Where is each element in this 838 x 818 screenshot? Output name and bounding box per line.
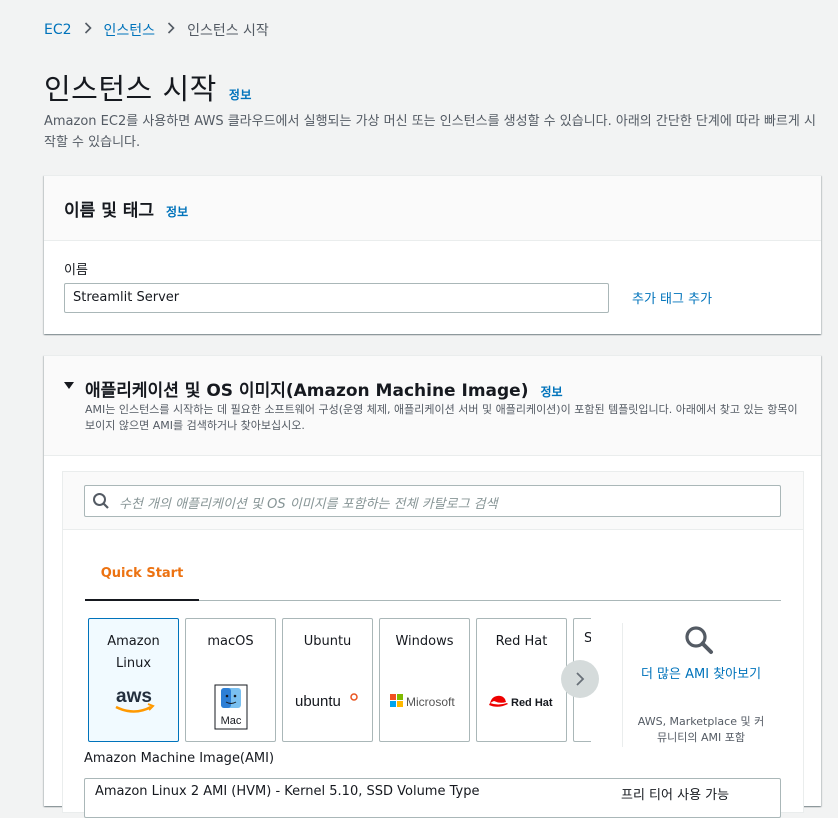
svg-text:aws: aws bbox=[116, 686, 152, 707]
chevron-right-icon bbox=[84, 22, 92, 38]
info-link[interactable]: 정보 bbox=[229, 88, 252, 102]
ami-panel: 애플리케이션 및 OS 이미지(Amazon Machine Image) 정보 … bbox=[44, 355, 821, 818]
add-tags-link[interactable]: 추가 태그 추가 bbox=[632, 288, 712, 307]
name-and-tags-panel: 이름 및 태그 정보 이름 Streamlit Server 추가 태그 추가 bbox=[44, 175, 821, 334]
aws-logo-icon: aws bbox=[89, 683, 178, 719]
red-hat-logo-icon: Red Hat bbox=[477, 683, 566, 719]
panel-header: 애플리케이션 및 OS 이미지(Amazon Machine Image) 정보 … bbox=[44, 356, 821, 456]
card-label: Red Hat bbox=[495, 634, 548, 649]
ami-card-windows[interactable]: Windows Microsoft bbox=[379, 618, 470, 742]
free-tier-badge: 프리 티어 사용 가능 bbox=[621, 788, 730, 803]
chevron-right-icon bbox=[576, 672, 585, 686]
ami-card-macos[interactable]: macOS Mac bbox=[185, 618, 276, 742]
svg-text:Mac: Mac bbox=[220, 715, 241, 727]
svg-text:ubuntu: ubuntu bbox=[295, 693, 341, 710]
tab-active-indicator bbox=[85, 599, 199, 601]
card-label: Amazon Linux bbox=[107, 634, 160, 671]
panel-title: 이름 및 태그 정보 bbox=[64, 196, 188, 221]
divider bbox=[622, 623, 623, 747]
search-icon bbox=[93, 493, 109, 509]
search-placeholder: 수천 개의 애플리케이션 및 OS 이미지를 포함하는 전체 카탈로그 검색 bbox=[119, 497, 498, 512]
name-label: 이름 bbox=[64, 263, 88, 278]
panel-title-text: 이름 및 태그 bbox=[64, 201, 155, 221]
panel-title[interactable]: 애플리케이션 및 OS 이미지(Amazon Machine Image) 정보 bbox=[85, 376, 563, 401]
microsoft-logo-icon: Microsoft bbox=[380, 683, 469, 719]
ami-card-ubuntu[interactable]: Ubuntu ubuntu bbox=[282, 618, 373, 742]
name-input[interactable]: Streamlit Server bbox=[64, 283, 609, 313]
breadcrumb-ec2[interactable]: EC2 bbox=[44, 22, 72, 38]
card-label: macOS bbox=[207, 634, 254, 649]
panel-title-text: 애플리케이션 및 OS 이미지(Amazon Machine Image) bbox=[85, 381, 529, 401]
ubuntu-logo-icon: ubuntu bbox=[283, 683, 372, 719]
card-label: Windows bbox=[395, 634, 454, 649]
tab-quick-start[interactable]: Quick Start bbox=[85, 566, 199, 581]
ami-search-bar: 수천 개의 애플리케이션 및 OS 이미지를 포함하는 전체 카탈로그 검색 bbox=[63, 472, 803, 530]
browse-more-subtext: AWS, Marketplace 및 커뮤니티의 AMI 포함 bbox=[637, 715, 765, 744]
caret-down-icon[interactable] bbox=[64, 382, 74, 389]
breadcrumb: EC2 인스턴스 인스턴스 시작 bbox=[44, 20, 269, 40]
breadcrumb-instances[interactable]: 인스턴스 bbox=[104, 20, 156, 40]
ami-card-amazon-linux[interactable]: Amazon Linux aws bbox=[88, 618, 179, 742]
card-label: S bbox=[584, 631, 591, 646]
ami-search-input[interactable]: 수천 개의 애플리케이션 및 OS 이미지를 포함하는 전체 카탈로그 검색 bbox=[84, 485, 781, 517]
mac-logo-icon: Mac bbox=[186, 683, 275, 730]
page-title-text: 인스턴스 시작 bbox=[44, 72, 217, 106]
ami-description: AMI는 인스턴스를 시작하는 데 필요한 소프트웨어 구성(운영 체제, 애플… bbox=[85, 403, 798, 432]
card-label: Ubuntu bbox=[303, 634, 352, 649]
magnifier-icon[interactable] bbox=[683, 624, 715, 656]
page: EC2 인스턴스 인스턴스 시작 인스턴스 시작 정보 Amazon EC2를 사… bbox=[4, 0, 838, 818]
ami-select[interactable]: Amazon Linux 2 AMI (HVM) - Kernel 5.10, … bbox=[84, 778, 781, 818]
ami-selector: 수천 개의 애플리케이션 및 OS 이미지를 포함하는 전체 카탈로그 검색 Q… bbox=[62, 471, 804, 818]
ami-select-value: Amazon Linux 2 AMI (HVM) - Kernel 5.10, … bbox=[95, 784, 480, 799]
panel-header: 이름 및 태그 정보 bbox=[44, 176, 821, 241]
svg-text:Microsoft: Microsoft bbox=[406, 695, 455, 709]
page-description: Amazon EC2를 사용하면 AWS 클라우드에서 실행되는 가상 머신 또… bbox=[44, 114, 816, 150]
ami-field-label: Amazon Machine Image(AMI) bbox=[84, 751, 275, 766]
browse-more-amis-link[interactable]: 더 많은 AMI 찾아보기 bbox=[633, 664, 769, 686]
ami-card-red-hat[interactable]: Red Hat Red Hat bbox=[476, 618, 567, 742]
carousel-next-button[interactable] bbox=[561, 660, 599, 698]
chevron-right-icon bbox=[167, 22, 175, 38]
page-title: 인스턴스 시작 정보 bbox=[44, 66, 252, 108]
info-link[interactable]: 정보 bbox=[540, 385, 562, 399]
info-link[interactable]: 정보 bbox=[166, 205, 188, 219]
svg-text:Red Hat: Red Hat bbox=[511, 697, 553, 709]
breadcrumb-current: 인스턴스 시작 bbox=[187, 23, 269, 39]
